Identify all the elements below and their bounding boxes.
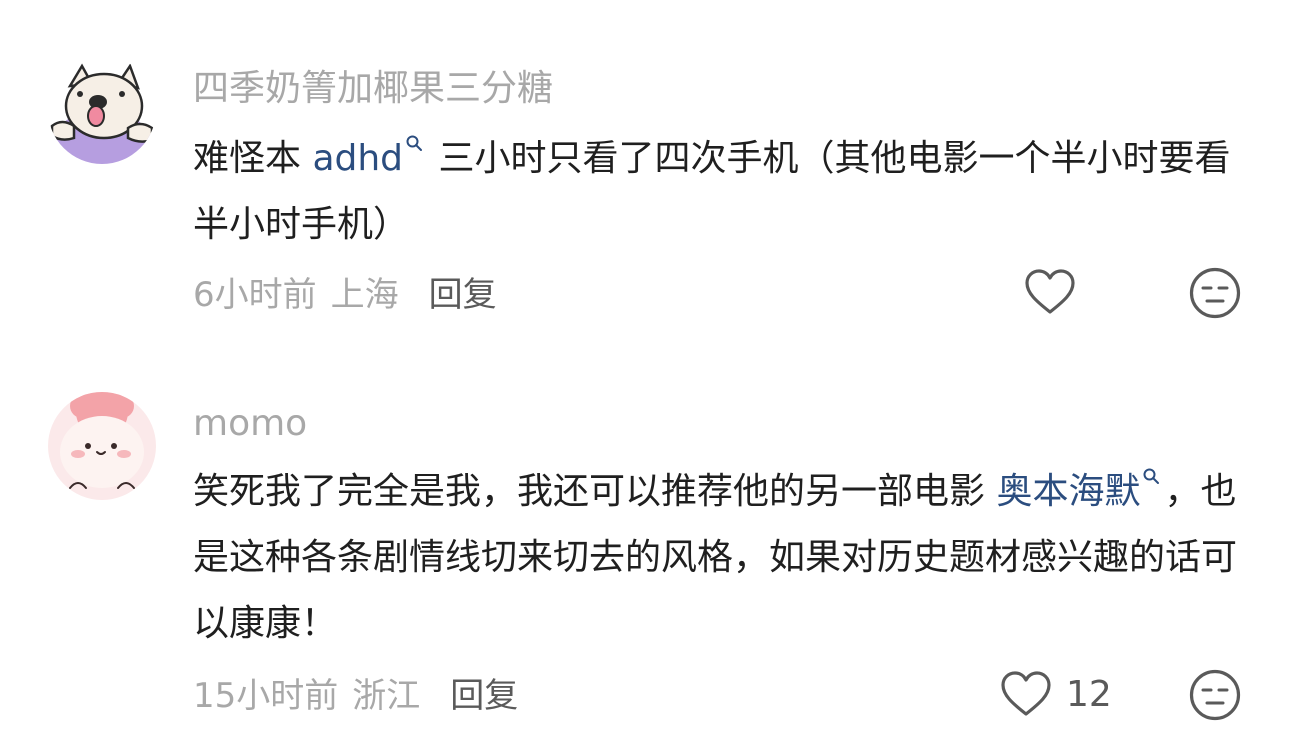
comment-location: 浙江 (352, 675, 421, 716)
comment-text-before: 难怪本 (193, 138, 313, 179)
comment-text: 难怪本 adhd 三小时只看了四次手机（其他电影一个半小时要看半小时手机） (193, 126, 1253, 258)
pink-character-avatar-icon (48, 392, 156, 500)
comment-text: 笑死我了完全是我，我还可以推荐他的另一部电影 奥本海默 ，也是这种各条剧情线切来切… (193, 459, 1253, 657)
like-button[interactable] (1024, 268, 1090, 316)
comment-text-before: 笑死我了完全是我，我还可以推荐他的另一部电影 (193, 471, 997, 512)
comment-location: 上海 (330, 274, 399, 315)
username[interactable]: 四季奶箐加椰果三分糖 (193, 66, 553, 112)
dislike-face-icon (1189, 669, 1241, 721)
heart-icon (1001, 671, 1051, 716)
comment-time: 6小时前 (193, 274, 317, 315)
like-button[interactable]: 12 (1000, 670, 1112, 718)
username[interactable]: momo (193, 401, 307, 447)
reply-button[interactable]: 回复 (450, 668, 518, 717)
like-count: 12 (1066, 673, 1112, 715)
search-link[interactable]: adhd (312, 135, 427, 179)
comment-meta: 15小时前 浙江 回复 (193, 668, 518, 717)
search-icon (406, 135, 423, 151)
dislike-button[interactable] (1188, 668, 1242, 726)
reply-button[interactable]: 回复 (429, 267, 497, 316)
heart-icon (1025, 269, 1075, 314)
comment-meta: 6小时前 上海 回复 (193, 267, 497, 316)
dislike-button[interactable] (1188, 266, 1242, 324)
comment-time: 15小时前 (193, 675, 339, 716)
search-icon (1143, 468, 1160, 484)
search-link-text: adhd (312, 138, 404, 179)
avatar[interactable] (48, 392, 156, 500)
dog-avatar-icon (48, 56, 156, 164)
dislike-face-icon (1189, 267, 1241, 319)
avatar[interactable] (48, 56, 156, 164)
search-link[interactable]: 奥本海默 (996, 468, 1164, 512)
search-link-text: 奥本海默 (996, 471, 1141, 512)
